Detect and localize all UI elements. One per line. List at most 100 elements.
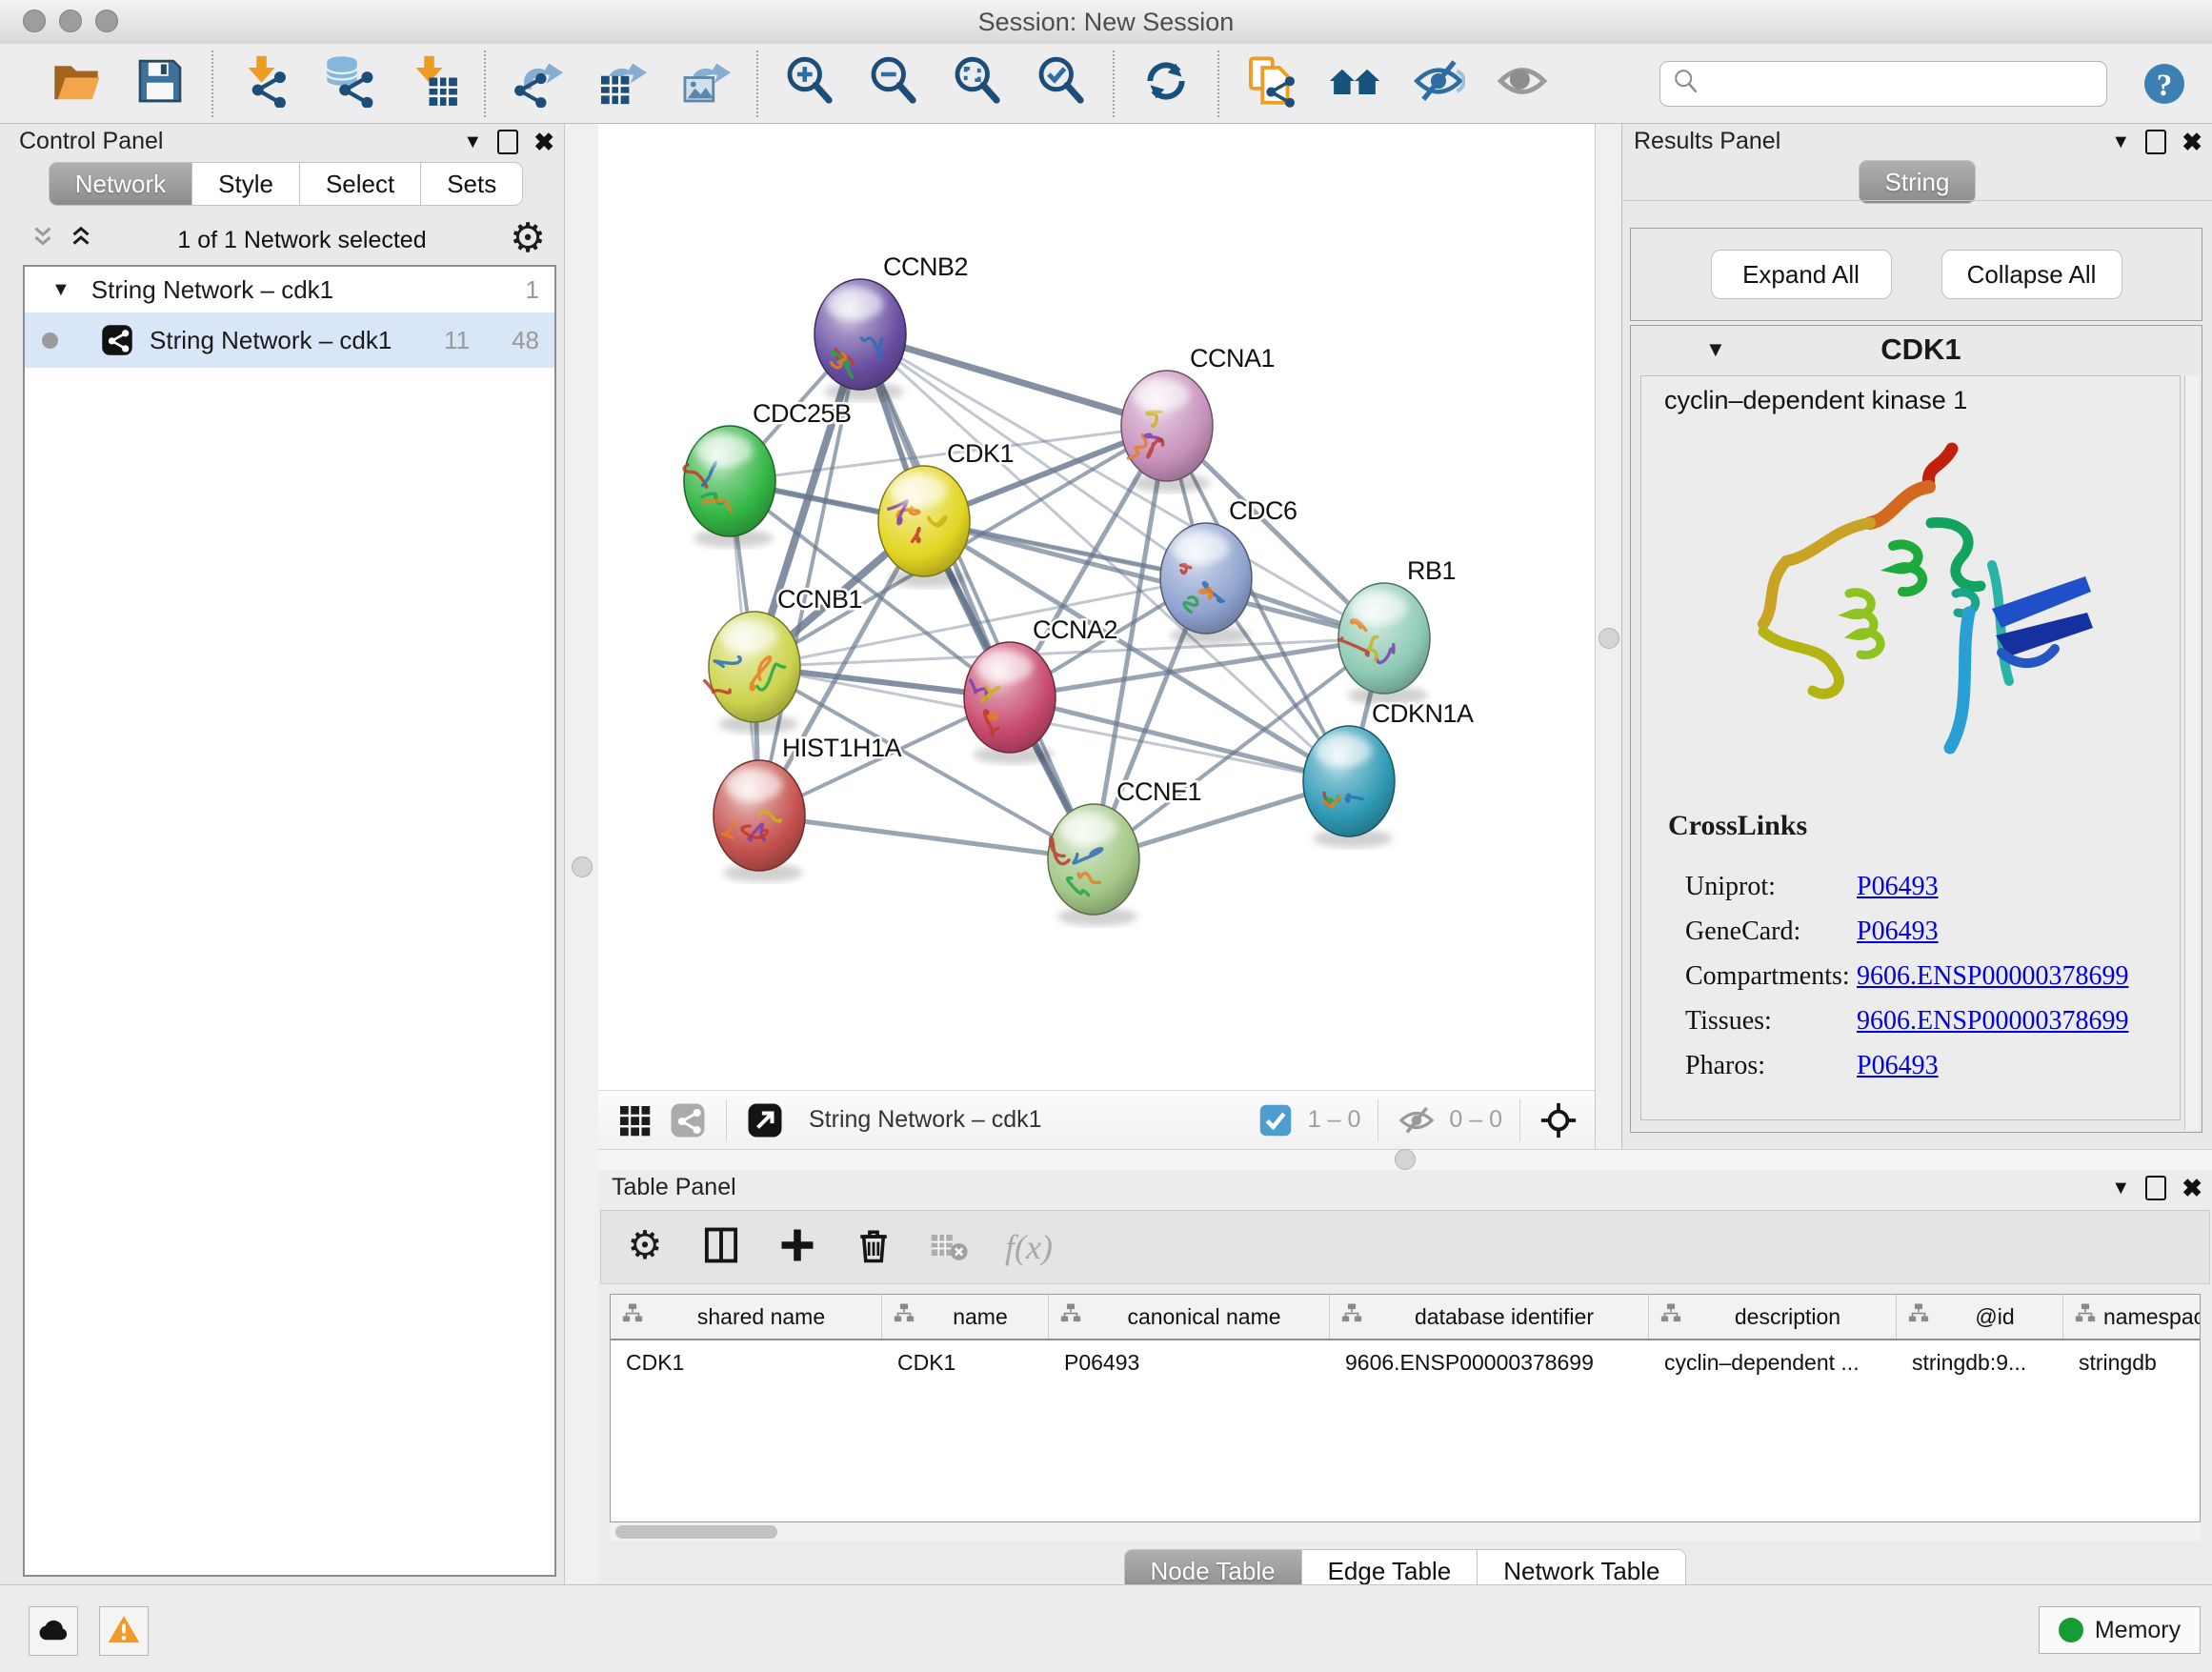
show-all-button[interactable]: [1480, 53, 1564, 114]
network-node-ccne1[interactable]: [1048, 804, 1139, 926]
network-node-ccnb2[interactable]: [814, 279, 906, 401]
panel-close-icon[interactable]: ✖: [2182, 130, 2202, 154]
help-button[interactable]: ?: [2142, 61, 2187, 107]
clone-network-button[interactable]: [1229, 53, 1313, 114]
column-header-namespace[interactable]: namespace: [2063, 1295, 2201, 1339]
expand-all-button[interactable]: Expand All: [1711, 250, 1892, 299]
network-node-cdc25b[interactable]: [684, 426, 775, 548]
horizontal-splitter[interactable]: [598, 1149, 2212, 1172]
table-row[interactable]: CDK1CDK1P064939606.ENSP00000378699cyclin…: [611, 1340, 2200, 1384]
network-edge[interactable]: [860, 334, 1167, 426]
panel-float-icon[interactable]: [2145, 1176, 2166, 1200]
panel-float-icon[interactable]: [2145, 130, 2166, 154]
first-neighbors-button[interactable]: [1313, 53, 1397, 114]
column-header-shared-name[interactable]: shared name: [611, 1295, 882, 1339]
tab-style[interactable]: Style: [192, 162, 300, 206]
import-network-from-database-button[interactable]: [307, 53, 391, 114]
save-session-button[interactable]: [118, 53, 202, 114]
panel-menu-icon[interactable]: ▼: [2111, 132, 2130, 151]
crosslink-label: Pharos:: [1685, 1051, 1857, 1081]
hidden-eye-icon[interactable]: [1398, 1101, 1436, 1139]
memory-button[interactable]: Memory: [2039, 1606, 2201, 1654]
network-edge[interactable]: [860, 334, 1094, 859]
network-node-ccnb1[interactable]: [705, 612, 800, 734]
crosslink-link[interactable]: 9606.ENSP00000378699: [1857, 1006, 2128, 1037]
search-box[interactable]: [1659, 61, 2107, 107]
table-cell[interactable]: stringdb:9...: [1897, 1340, 2063, 1384]
refresh-network-button[interactable]: [1124, 53, 1208, 114]
table-cell[interactable]: stringdb: [2063, 1340, 2201, 1384]
export-table-button[interactable]: [579, 53, 663, 114]
tab-sets[interactable]: Sets: [421, 162, 523, 206]
table-cell[interactable]: 9606.ENSP00000378699: [1330, 1340, 1649, 1384]
collapse-all-button[interactable]: Collapse All: [1941, 250, 2122, 299]
column-header-description[interactable]: description: [1649, 1295, 1897, 1339]
show-columns-icon[interactable]: [700, 1224, 742, 1271]
selected-checkbox-icon[interactable]: [1257, 1101, 1295, 1139]
table-hscroll-thumb[interactable]: [615, 1525, 777, 1539]
fit-selection-crosshair-icon[interactable]: [1539, 1101, 1578, 1139]
results-scrollbar[interactable]: [2184, 375, 2200, 1130]
table-options-gear-icon[interactable]: ⚙: [624, 1224, 666, 1271]
table-cell[interactable]: P06493: [1049, 1340, 1330, 1384]
column-header-canonical-name[interactable]: canonical name: [1049, 1295, 1330, 1339]
crosslink-label: Uniprot:: [1685, 872, 1857, 902]
left-splitter-handle[interactable]: [572, 856, 593, 877]
network-node-ccna1[interactable]: [1121, 371, 1213, 493]
panel-close-icon[interactable]: ✖: [533, 130, 554, 154]
column-header-database-identifier[interactable]: database identifier: [1330, 1295, 1649, 1339]
network-options-gear-icon[interactable]: ⚙: [509, 219, 547, 262]
network-node-rb1[interactable]: [1338, 583, 1430, 705]
import-network-button[interactable]: [223, 53, 307, 114]
column-header-name[interactable]: name: [882, 1295, 1049, 1339]
create-column-icon[interactable]: [776, 1224, 818, 1271]
crosslink-link[interactable]: P06493: [1857, 917, 1939, 947]
network-collection-row[interactable]: ▼ String Network – cdk1 1: [25, 267, 554, 312]
hide-selected-button[interactable]: [1397, 53, 1480, 114]
network-overview-icon[interactable]: [669, 1101, 707, 1139]
tab-select[interactable]: Select: [300, 162, 421, 206]
gene-section-header[interactable]: ▼ CDK1: [1631, 326, 2202, 373]
export-image-button[interactable]: [663, 53, 747, 114]
gene-collapse-icon[interactable]: ▼: [1705, 339, 1726, 360]
right-splitter-handle[interactable]: [1599, 628, 1619, 649]
network-node-hist1h1a[interactable]: [714, 760, 805, 882]
export-network-button[interactable]: [495, 53, 579, 114]
panel-float-icon[interactable]: [497, 130, 518, 154]
panel-menu-icon[interactable]: ▼: [463, 132, 482, 151]
open-session-button[interactable]: [34, 53, 118, 114]
birdseye-view-icon[interactable]: [615, 1101, 654, 1139]
table-cell[interactable]: CDK1: [611, 1340, 882, 1384]
panel-menu-icon[interactable]: ▼: [2111, 1178, 2130, 1198]
network-edge[interactable]: [759, 816, 1094, 859]
collapse-all-networks-icon[interactable]: [29, 224, 57, 257]
zoom-selected-button[interactable]: [1019, 53, 1103, 114]
table-cell[interactable]: cyclin–dependent ...: [1649, 1340, 1897, 1384]
expand-all-networks-icon[interactable]: [67, 224, 95, 257]
crosslink-link[interactable]: P06493: [1857, 1051, 1939, 1081]
network-row-selected[interactable]: String Network – cdk1 11 48: [25, 312, 554, 368]
import-table-button[interactable]: [391, 53, 474, 114]
crosslink-link[interactable]: 9606.ENSP00000378699: [1857, 961, 2128, 992]
zoom-in-button[interactable]: [768, 53, 852, 114]
table-cell[interactable]: CDK1: [882, 1340, 1049, 1384]
tab-network[interactable]: Network: [49, 162, 192, 206]
detach-view-icon[interactable]: [746, 1101, 784, 1139]
column-header-@id[interactable]: @id: [1897, 1295, 2063, 1339]
table-hscrollbar[interactable]: [610, 1522, 2201, 1541]
search-input[interactable]: [1708, 64, 2106, 104]
right-splitter[interactable]: [1595, 124, 1623, 1149]
zoom-out-button[interactable]: [852, 53, 935, 114]
panel-close-icon[interactable]: ✖: [2182, 1176, 2202, 1200]
warnings-button[interactable]: [99, 1606, 149, 1656]
network-canvas[interactable]: CCNB2CCNA1CDC25BCDK1CDC6RB1CCNB1CCNA2CDK…: [598, 124, 1595, 1090]
network-node-cdkn1a[interactable]: [1303, 726, 1395, 848]
left-splitter[interactable]: [564, 124, 600, 1584]
horizontal-splitter-handle[interactable]: [1395, 1149, 1416, 1170]
cloud-button[interactable]: [29, 1606, 78, 1656]
crosslink-link[interactable]: P06493: [1857, 872, 1939, 902]
tab-string[interactable]: String: [1859, 160, 1977, 204]
delete-column-icon[interactable]: [853, 1224, 895, 1271]
collection-expand-icon[interactable]: ▼: [51, 280, 70, 299]
zoom-fit-content-button[interactable]: [935, 53, 1019, 114]
